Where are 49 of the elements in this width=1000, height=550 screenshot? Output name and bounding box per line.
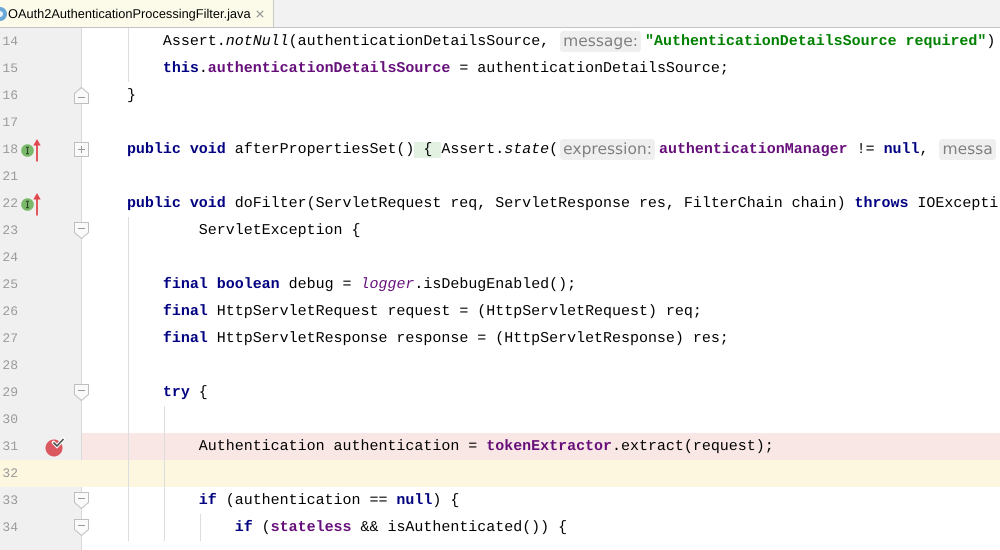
breakpoint-icon[interactable]	[45, 436, 65, 456]
code-line: final HttpServletRequest request = (HttpServletRequest) req;	[162, 304, 702, 320]
line-number: 29	[1, 385, 18, 400]
code-line: final boolean debug = logger.isDebugEnabled();	[162, 276, 576, 292]
collapse-icon[interactable]	[74, 492, 89, 509]
line-number: 30	[1, 412, 18, 427]
code-line: Authentication authentication = tokenExtractor.extract(request);	[198, 438, 774, 454]
implements-arrow-icon[interactable]	[21, 192, 41, 216]
expand-icon[interactable]	[74, 142, 89, 157]
code-line: }	[126, 88, 136, 104]
line-number: 24	[1, 250, 18, 265]
line-number: 17	[1, 115, 18, 130]
code-fragment: "AuthenticationDetailsSource required")	[645, 34, 996, 50]
collapse-icon[interactable]	[74, 384, 89, 401]
collapse-icon[interactable]	[74, 87, 89, 104]
line-number: 25	[1, 277, 18, 292]
line-number: 21	[1, 169, 18, 184]
close-icon[interactable]	[256, 10, 264, 18]
line-number: 15	[1, 61, 18, 76]
code-line: ServletException {	[198, 222, 360, 238]
line-number: 34	[1, 520, 18, 535]
code-line: if (stateless && isAuthenticated()) {	[234, 520, 568, 536]
line-number: 18	[1, 142, 18, 157]
editor-tab[interactable]: OAuth2AuthenticationProcessingFilter.java	[0, 0, 274, 27]
line-number: 26	[1, 304, 18, 319]
line-number: 33	[1, 493, 18, 508]
line-number: 23	[1, 223, 18, 238]
code-line: public void doFilter(ServletRequest req, ServletResponse res, FilterChain chain) throws IOExcepti	[126, 196, 998, 212]
class-file-icon	[0, 4, 7, 22]
parameter-hint: expression:	[560, 139, 655, 160]
code-line: this.authenticationDetailsSource = authenticationDetailsSource;	[162, 60, 729, 76]
implements-arrow-icon[interactable]	[21, 138, 41, 162]
line-number: 16	[1, 88, 18, 103]
code-line: if (authentication == null) {	[198, 492, 460, 508]
line-number: 27	[1, 331, 18, 346]
line-number: 32	[1, 466, 18, 481]
code-line: final HttpServletResponse response = (HttpServletResponse) res;	[162, 330, 729, 346]
parameter-hint: messa	[939, 139, 996, 160]
parameter-hint: message:	[560, 31, 642, 52]
code-line: try {	[162, 384, 208, 400]
code-fragment: authenticationManager != null,	[658, 142, 928, 158]
line-number: 22	[1, 196, 18, 211]
collapse-icon[interactable]	[74, 519, 89, 536]
code-fragment: public void afterPropertiesSet() { Assert.state(	[126, 142, 558, 158]
line-number: 31	[1, 439, 18, 454]
collapse-icon[interactable]	[74, 222, 89, 239]
code-fragment: Assert.notNull(authenticationDetailsSource,	[162, 34, 550, 50]
line-number: 28	[1, 358, 18, 373]
line-number: 14	[1, 34, 18, 49]
